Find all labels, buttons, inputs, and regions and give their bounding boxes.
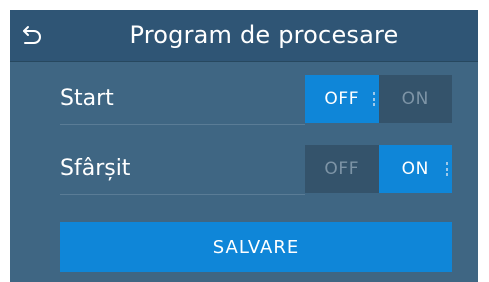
divider bbox=[60, 194, 305, 195]
back-button[interactable] bbox=[16, 20, 48, 52]
setting-row-end: Sfârșit OFF ON bbox=[60, 144, 452, 195]
toggle-start[interactable]: OFF ON bbox=[305, 75, 452, 123]
toggle-option-label: OFF bbox=[324, 89, 360, 109]
setting-label-end: Sfârșit bbox=[60, 156, 131, 181]
screen: Program de procesare Start OFF ON Sfârși… bbox=[10, 10, 478, 282]
toggle-option-label: ON bbox=[401, 159, 429, 179]
header-bar: Program de procesare bbox=[10, 10, 478, 62]
setting-row-start: Start OFF ON bbox=[60, 74, 452, 125]
toggle-end[interactable]: OFF ON bbox=[305, 145, 452, 193]
toggle-end-on-option[interactable]: ON bbox=[378, 145, 452, 193]
toggle-grip-icon bbox=[372, 92, 375, 106]
divider bbox=[60, 124, 305, 125]
back-arrow-icon bbox=[23, 26, 41, 44]
toggle-grip-icon bbox=[446, 162, 448, 176]
save-button[interactable]: SALVARE bbox=[60, 222, 452, 272]
page-title: Program de procesare bbox=[129, 21, 399, 49]
toggle-option-label: ON bbox=[401, 89, 429, 109]
toggle-end-off-option[interactable]: OFF bbox=[305, 145, 379, 193]
toggle-start-off-option[interactable]: OFF bbox=[305, 75, 379, 123]
toggle-start-on-option[interactable]: ON bbox=[378, 75, 452, 123]
toggle-option-label: OFF bbox=[324, 159, 360, 179]
setting-label-start: Start bbox=[60, 86, 114, 111]
